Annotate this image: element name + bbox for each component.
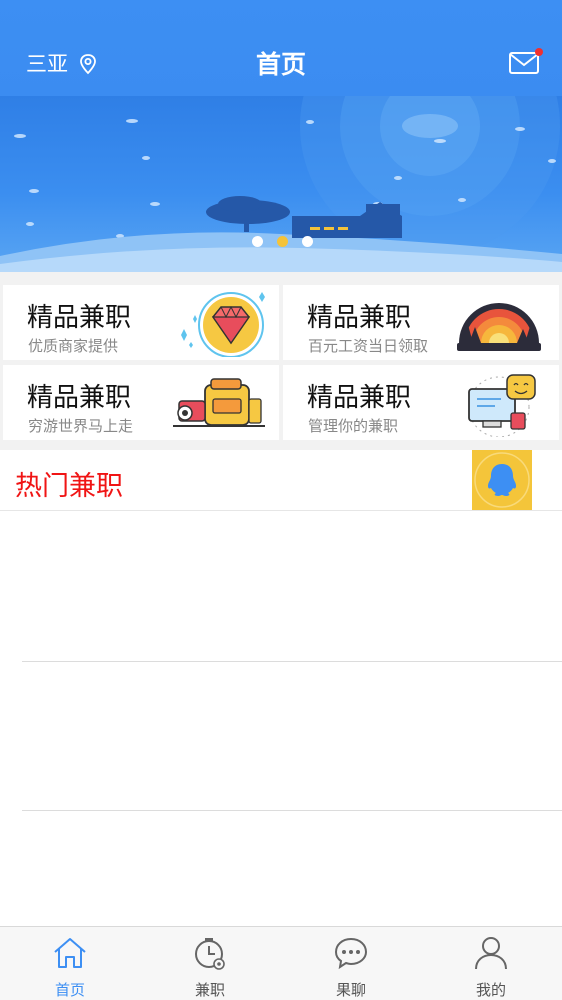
sunset-icon — [457, 303, 541, 351]
tab-me[interactable]: 我的 — [421, 927, 561, 1000]
qq-icon[interactable] — [472, 450, 532, 510]
chat-bubble-icon — [334, 937, 368, 970]
list-divider — [22, 810, 562, 811]
tab-label: 我的 — [475, 981, 506, 999]
card-title: 精品兼职 — [27, 303, 132, 333]
list-divider — [22, 661, 562, 662]
notification-dot — [535, 48, 543, 56]
card-subtitle: 百元工资当日领取 — [308, 337, 429, 355]
carousel-dot-active[interactable] — [277, 236, 288, 247]
card-title: 精品兼职 — [307, 383, 412, 413]
bottom-tab-bar: 首页 兼职 果聊 我的 — [0, 926, 562, 1000]
banner-carousel[interactable] — [0, 96, 562, 272]
carousel-dot[interactable] — [302, 236, 313, 247]
home-icon — [54, 938, 86, 968]
tab-jobs[interactable]: 兼职 — [140, 927, 280, 1000]
feature-card-1[interactable]: 精品兼职 优质商家提供 — [3, 285, 279, 360]
top-bar: 三亚 首页 — [0, 0, 562, 96]
feature-grid: 精品兼职 优质商家提供 精品兼职 百元工资当日领取 精品兼职 穷游世界马上走 精… — [0, 272, 562, 442]
card-subtitle: 优质商家提供 — [28, 337, 119, 355]
card-title: 精品兼职 — [27, 383, 132, 413]
card-subtitle: 管理你的兼职 — [308, 417, 399, 435]
page-title: 首页 — [255, 50, 306, 79]
carousel-indicator — [252, 236, 313, 247]
feature-card-2[interactable]: 精品兼职 百元工资当日领取 — [283, 285, 559, 360]
feature-card-3[interactable]: 精品兼职 穷游世界马上走 — [3, 365, 279, 440]
feature-card-4[interactable]: 精品兼职 管理你的兼职 — [283, 365, 559, 440]
user-icon — [475, 937, 507, 970]
tab-chat[interactable]: 果聊 — [281, 927, 421, 1000]
carousel-dot[interactable] — [252, 236, 263, 247]
clock-icon — [195, 938, 225, 970]
computer-chat-icon — [468, 374, 536, 437]
app-screen: 三亚 首页 精品兼职 优质商家提供 精品兼职 百元工资当日领取 精品兼职 穷游世… — [0, 0, 562, 1000]
card-subtitle: 穷游世界马上走 — [28, 417, 134, 435]
hot-jobs-list — [0, 510, 562, 926]
tab-label: 果聊 — [335, 981, 366, 999]
diamond-icon — [181, 292, 265, 357]
travel-gear-icon — [173, 378, 265, 427]
tab-label: 兼职 — [194, 981, 225, 999]
card-title: 精品兼职 — [307, 303, 412, 333]
tab-home[interactable]: 首页 — [0, 927, 140, 1000]
tab-label: 首页 — [54, 981, 85, 999]
hot-jobs-title: 热门兼职 — [15, 471, 123, 502]
